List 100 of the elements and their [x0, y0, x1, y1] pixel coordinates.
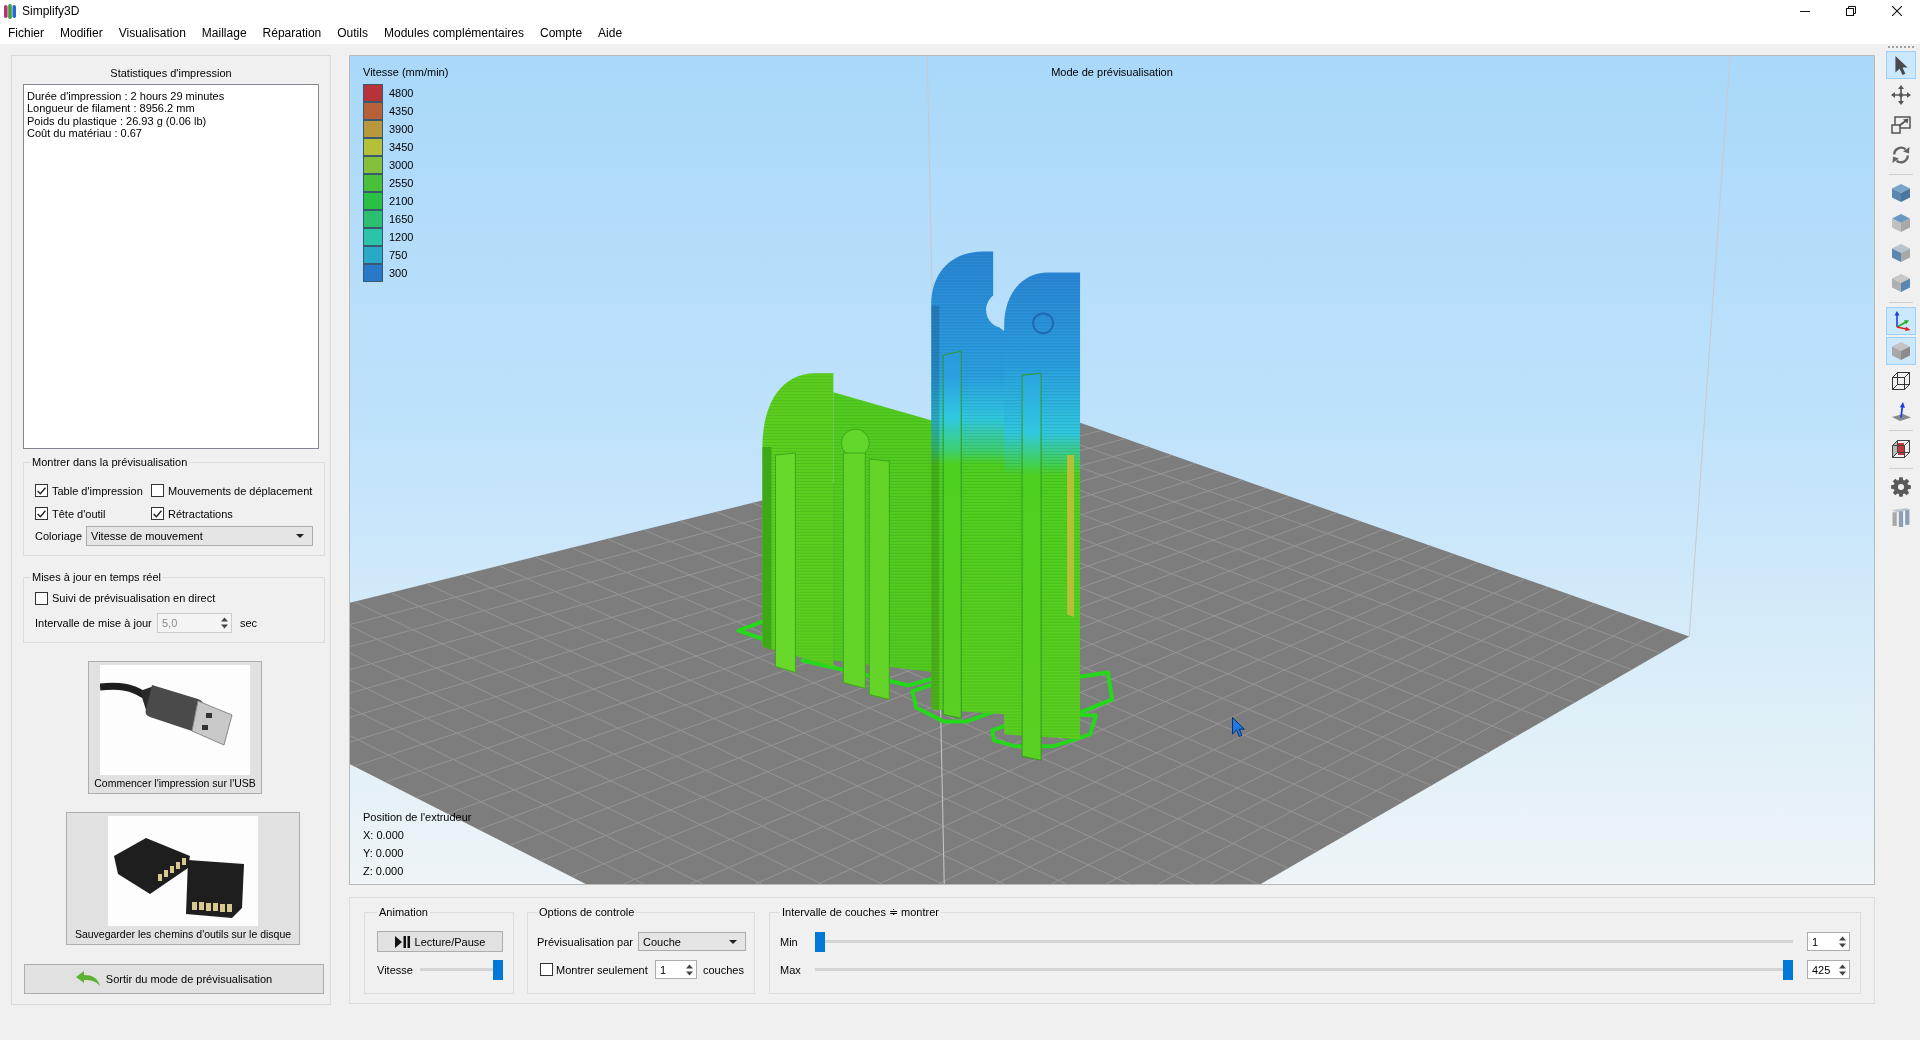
spin-arrows-icon [686, 963, 693, 976]
viewport-title: Mode de prévisualisation [1051, 66, 1173, 78]
spin-arrows-icon [1839, 963, 1846, 976]
spin-box[interactable]: 1 [1807, 932, 1850, 951]
cube-view-icon [1892, 274, 1910, 292]
checkbox[interactable] [35, 591, 48, 605]
checkbox[interactable] [151, 507, 164, 520]
checkmark-icon [37, 509, 46, 518]
photo-button[interactable]: Commencer l'impression sur l'USB [88, 661, 262, 794]
extruder-position-title: Position de l'extrudeur [363, 810, 472, 825]
group-title: Intervalle de couches ≑ montrer [781, 905, 940, 919]
caret-icon [729, 939, 737, 944]
menu-item[interactable]: Fichier [0, 23, 52, 43]
spin-arrows-icon [1839, 935, 1846, 948]
pillars-icon [1891, 507, 1911, 527]
menu-item[interactable]: Réparation [254, 23, 330, 43]
field-label: Prévisualisation par [537, 935, 634, 948]
field-label: Intervalle de mise à jour [35, 617, 153, 629]
group-title: Montrer dans la prévisualisation [31, 455, 189, 469]
close-icon [1892, 6, 1902, 16]
statistics-line: Coût du matériau : 0.67 [27, 127, 143, 140]
menu-item[interactable]: Outils [329, 23, 376, 43]
cube-view-icon [1892, 214, 1910, 232]
solid-cube-icon [1892, 342, 1910, 360]
group-title: Animation [378, 905, 429, 919]
scale-icon [1891, 116, 1911, 134]
legend-value: 4800 [389, 87, 414, 99]
coordinate-readout: Z: 0.000 [363, 864, 405, 879]
checkbox-label: Rétractations [168, 507, 233, 520]
play-pause-icon [394, 935, 410, 948]
back-arrow-icon [75, 971, 100, 987]
coordinate-readout: Y: 0.000 [363, 846, 405, 861]
cube-view-icon [1892, 184, 1910, 202]
cube-view-icon [1892, 244, 1910, 262]
legend-value: 1200 [389, 231, 414, 243]
axes-icon [1891, 311, 1911, 331]
play-pause-button[interactable]: Lecture/Pause [377, 931, 503, 952]
menu-item[interactable]: Modifier [52, 23, 111, 43]
group-title: Mises à jour en temps réel [31, 570, 162, 584]
legend-value: 3450 [389, 141, 414, 153]
wireframe-cube-icon [1892, 372, 1910, 390]
legend-value: 4350 [389, 105, 414, 117]
checkbox[interactable] [35, 507, 48, 520]
unit-label: sec [240, 617, 258, 629]
cross-section-icon [1892, 440, 1910, 458]
minimize-icon [1800, 10, 1810, 12]
menu-item[interactable]: Compte [532, 23, 591, 43]
checkmark-icon [37, 486, 46, 495]
window-title: Simplify3D [22, 4, 80, 18]
legend-title: Vitesse (mm/min) [363, 65, 449, 79]
settings-icon [1891, 477, 1911, 497]
photo-button[interactable]: Sauvegarder les chemins d'outils sur le disque [66, 812, 300, 945]
tool-button[interactable] [1886, 51, 1916, 79]
menu-item[interactable]: Visualisation [110, 23, 194, 43]
field-label: Vitesse [377, 963, 414, 976]
checkbox[interactable] [151, 484, 164, 497]
menu-item[interactable]: Maillage [193, 23, 255, 43]
exit-preview-button[interactable]: Sortir du mode de prévisualisation [24, 964, 324, 994]
spin-arrows-icon [221, 617, 228, 629]
group-title: Options de controle [538, 905, 636, 919]
checkbox-label: Mouvements de déplacement [168, 484, 313, 497]
field-label: Min [780, 935, 799, 948]
checkbox-label: Table d'impression [52, 484, 143, 497]
move-arrows-icon [1891, 85, 1911, 105]
checkbox[interactable] [35, 484, 48, 497]
cursor-icon [1232, 717, 1245, 737]
menu-item[interactable]: Aide [590, 23, 631, 43]
checkbox[interactable] [540, 963, 553, 976]
restore-icon [1846, 6, 1856, 16]
preview-mode-dropdown[interactable]: Couche [638, 932, 746, 951]
statistics-line: Durée d'impression : 2 hours 29 minutes [27, 90, 226, 103]
checkbox-label: Suivi de prévisualisation en direct [52, 592, 216, 604]
legend-value: 750 [389, 249, 408, 261]
legend-value: 1650 [389, 213, 414, 225]
statistics-title: Statistiques d'impression [109, 66, 233, 80]
pointer-icon [1894, 55, 1908, 75]
checkbox-label: Montrer seulement [556, 963, 649, 976]
slider-thumb[interactable] [815, 931, 825, 952]
slider-thumb[interactable] [493, 959, 503, 980]
normal-arrow-icon [1891, 401, 1911, 421]
slider-thumb[interactable] [1783, 959, 1793, 980]
legend-value: 3000 [389, 159, 414, 171]
statistics-line: Poids du plastique : 26.93 g (0.06 lb) [27, 114, 208, 128]
rotate-icon [1891, 145, 1911, 165]
coordinate-readout: X: 0.000 [363, 828, 405, 843]
legend-value: 2550 [389, 177, 414, 189]
coloring-dropdown[interactable]: Vitesse de mouvement [86, 526, 313, 546]
caret-icon [296, 534, 304, 538]
legend-value: 3900 [389, 123, 414, 135]
statistics-line: Longueur de filament : 8956.2 mm [27, 102, 196, 115]
field-label: Coloriage [35, 530, 84, 542]
checkbox-label: Tête d'outil [52, 507, 106, 520]
unit-label: couches [703, 963, 744, 976]
field-label: Max [780, 963, 802, 976]
checkmark-icon [153, 509, 162, 518]
app-logo-icon [4, 3, 16, 19]
menu-item[interactable]: Modules complémentaires [375, 23, 533, 43]
spin-box[interactable]: 1 [655, 960, 697, 979]
spin-box[interactable]: 425 [1807, 960, 1850, 979]
legend-value: 300 [389, 267, 408, 279]
